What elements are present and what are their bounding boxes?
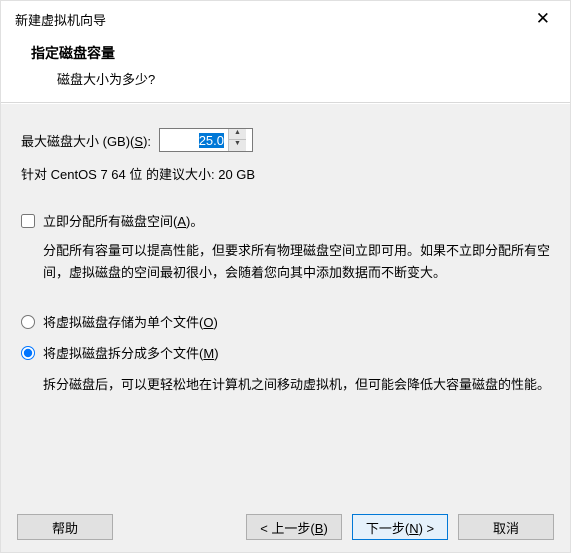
cancel-button[interactable]: 取消 (458, 514, 554, 540)
wizard-dialog: 新建虚拟机向导 ✕ 指定磁盘容量 磁盘大小为多少? 最大磁盘大小 (GB)(S)… (0, 0, 571, 553)
size-suggestion: 针对 CentOS 7 64 位 的建议大小: 20 GB (21, 164, 550, 183)
spinner-down-icon[interactable]: ▼ (229, 140, 246, 151)
multi-file-label: 将虚拟磁盘拆分成多个文件(M) (43, 343, 219, 362)
help-button[interactable]: 帮助 (17, 514, 113, 540)
disk-size-input[interactable] (160, 131, 228, 150)
multi-file-input[interactable] (21, 346, 35, 360)
single-file-label: 将虚拟磁盘存储为单个文件(O) (43, 312, 218, 331)
back-button[interactable]: < 上一步(B) (246, 514, 342, 540)
multi-file-radio[interactable]: 将虚拟磁盘拆分成多个文件(M) (21, 343, 550, 362)
next-button[interactable]: 下一步(N) > (352, 514, 448, 540)
wizard-header: 指定磁盘容量 磁盘大小为多少? (1, 35, 570, 103)
close-icon[interactable]: ✕ (530, 9, 556, 29)
header-subtitle: 磁盘大小为多少? (31, 69, 540, 88)
allocate-now-label: 立即分配所有磁盘空间(A)。 (43, 211, 203, 230)
allocate-now-input[interactable] (21, 214, 35, 228)
allocate-now-checkbox[interactable]: 立即分配所有磁盘空间(A)。 (21, 211, 550, 230)
single-file-radio[interactable]: 将虚拟磁盘存储为单个文件(O) (21, 312, 550, 331)
spinner-buttons: ▲ ▼ (228, 129, 246, 151)
window-title: 新建虚拟机向导 (15, 10, 106, 29)
disk-size-spinner[interactable]: ▲ ▼ (159, 128, 253, 152)
spinner-up-icon[interactable]: ▲ (229, 129, 246, 140)
disk-size-label: 最大磁盘大小 (GB)(S): (21, 131, 151, 150)
nav-buttons: < 上一步(B) 下一步(N) > 取消 (246, 514, 554, 540)
allocate-description: 分配所有容量可以提高性能，但要求所有物理磁盘空间立即可用。如果不立即分配所有空间… (21, 240, 550, 284)
multi-file-description: 拆分磁盘后，可以更轻松地在计算机之间移动虚拟机，但可能会降低大容量磁盘的性能。 (21, 374, 550, 396)
wizard-footer: 帮助 < 上一步(B) 下一步(N) > 取消 (1, 502, 570, 552)
single-file-input[interactable] (21, 315, 35, 329)
header-title: 指定磁盘容量 (31, 43, 540, 63)
disk-size-row: 最大磁盘大小 (GB)(S): ▲ ▼ (21, 128, 550, 152)
wizard-content: 最大磁盘大小 (GB)(S): ▲ ▼ 针对 CentOS 7 64 位 的建议… (1, 103, 570, 502)
titlebar: 新建虚拟机向导 ✕ (1, 1, 570, 35)
